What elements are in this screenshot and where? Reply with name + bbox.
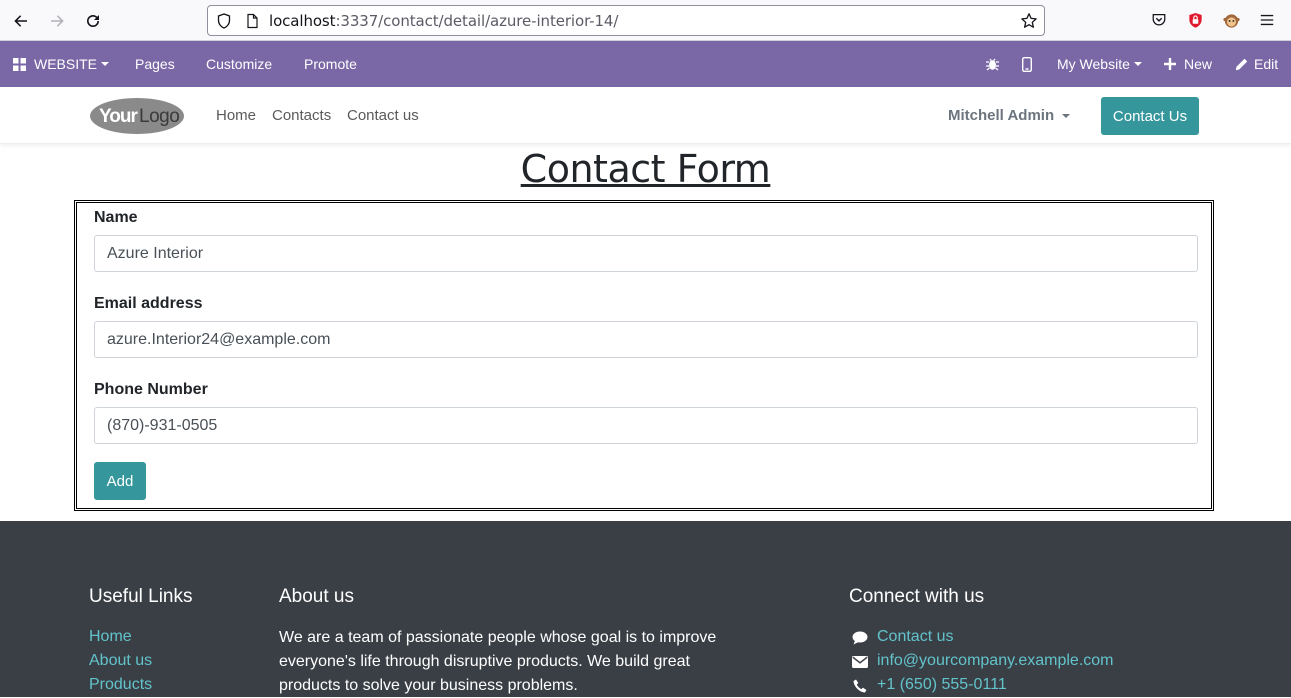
email-label: Email address — [94, 295, 203, 312]
contact-form: Name Azure Interior Email address azure.… — [74, 200, 1214, 511]
add-button[interactable]: Add — [94, 462, 146, 500]
edit-button-label: Edit — [1254, 56, 1279, 72]
about-us-title: About us — [279, 586, 354, 607]
svg-text:Logo: Logo — [139, 106, 179, 127]
pocket-icon[interactable] — [1150, 11, 1168, 29]
contact-us-button[interactable]: Contact Us — [1101, 97, 1199, 135]
shield-icon[interactable] — [216, 13, 232, 29]
promote-menu[interactable]: Promote — [304, 41, 357, 87]
ublock-icon[interactable] — [1186, 11, 1204, 29]
app-menu-label: WEBSITE — [34, 56, 98, 72]
caret-down-icon — [1133, 62, 1142, 66]
new-button[interactable]: New — [1164, 41, 1212, 87]
phone-input[interactable]: (870)-931-0505 — [94, 407, 1198, 444]
customize-menu[interactable]: Customize — [206, 41, 272, 87]
user-name: Mitchell Admin — [948, 107, 1055, 124]
apps-grid-icon — [13, 57, 26, 71]
footer-link-products[interactable]: Products — [89, 676, 152, 694]
mobile-preview-icon[interactable] — [1022, 41, 1032, 87]
extension-monkey-icon[interactable] — [1222, 11, 1240, 29]
nav-contacts[interactable]: Contacts — [272, 107, 331, 124]
website-selector-label: My Website — [1057, 56, 1130, 72]
footer-email-link[interactable]: info@yourcompany.example.com — [877, 652, 1114, 670]
url-text: localhost:3337/contact/detail/azure-inte… — [269, 12, 619, 30]
website-selector[interactable]: My Website — [1057, 41, 1142, 87]
caret-down-icon — [1062, 113, 1071, 118]
caret-down-icon — [101, 62, 110, 66]
svg-text:Your: Your — [99, 106, 138, 127]
footer-link-about-us[interactable]: About us — [89, 652, 152, 670]
pencil-icon — [1235, 58, 1248, 70]
bookmark-star-icon[interactable] — [1020, 12, 1038, 30]
menu-icon[interactable] — [1258, 11, 1276, 29]
debug-bug-icon[interactable] — [986, 41, 999, 87]
user-menu[interactable]: Mitchell Admin — [948, 107, 1071, 124]
browser-toolbar: localhost:3337/contact/detail/azure-inte… — [0, 0, 1291, 41]
footer-contact-us-link[interactable]: Contact us — [877, 628, 953, 646]
about-us-text: We are a team of passionate people whose… — [279, 629, 717, 694]
back-icon[interactable] — [8, 8, 34, 34]
site-footer: Useful Links Home About us Products Abou… — [0, 521, 1291, 697]
pages-menu[interactable]: Pages — [135, 41, 175, 87]
url-bar[interactable]: localhost:3337/contact/detail/azure-inte… — [207, 5, 1045, 36]
phone-icon — [851, 678, 869, 694]
site-logo[interactable]: Your Logo — [89, 97, 185, 140]
name-label: Name — [94, 209, 138, 226]
forward-icon[interactable] — [44, 8, 70, 34]
plus-icon — [1164, 58, 1176, 70]
envelope-icon — [851, 654, 869, 670]
connect-title: Connect with us — [849, 586, 985, 607]
edit-button[interactable]: Edit — [1235, 41, 1278, 87]
name-input[interactable]: Azure Interior — [94, 235, 1198, 272]
admin-navbar: WEBSITE Pages Customize Promote My Websi… — [0, 41, 1291, 87]
page-icon — [247, 13, 258, 29]
new-button-label: New — [1184, 56, 1213, 72]
email-input[interactable]: azure.Interior24@example.com — [94, 321, 1198, 358]
comment-icon — [851, 630, 869, 646]
page-title: Contact Form — [520, 147, 771, 191]
reload-icon[interactable] — [80, 8, 106, 34]
app-menu-toggle[interactable]: WEBSITE — [13, 41, 110, 87]
useful-links-title: Useful Links — [89, 586, 193, 607]
phone-label: Phone Number — [94, 381, 208, 398]
site-header: Your Logo Home Contacts Contact us Mitch… — [0, 87, 1291, 144]
footer-link-home[interactable]: Home — [89, 628, 132, 646]
nav-home[interactable]: Home — [216, 107, 256, 124]
nav-contact-us[interactable]: Contact us — [347, 107, 419, 124]
footer-phone-link[interactable]: +1 (650) 555-0111 — [877, 676, 1007, 694]
